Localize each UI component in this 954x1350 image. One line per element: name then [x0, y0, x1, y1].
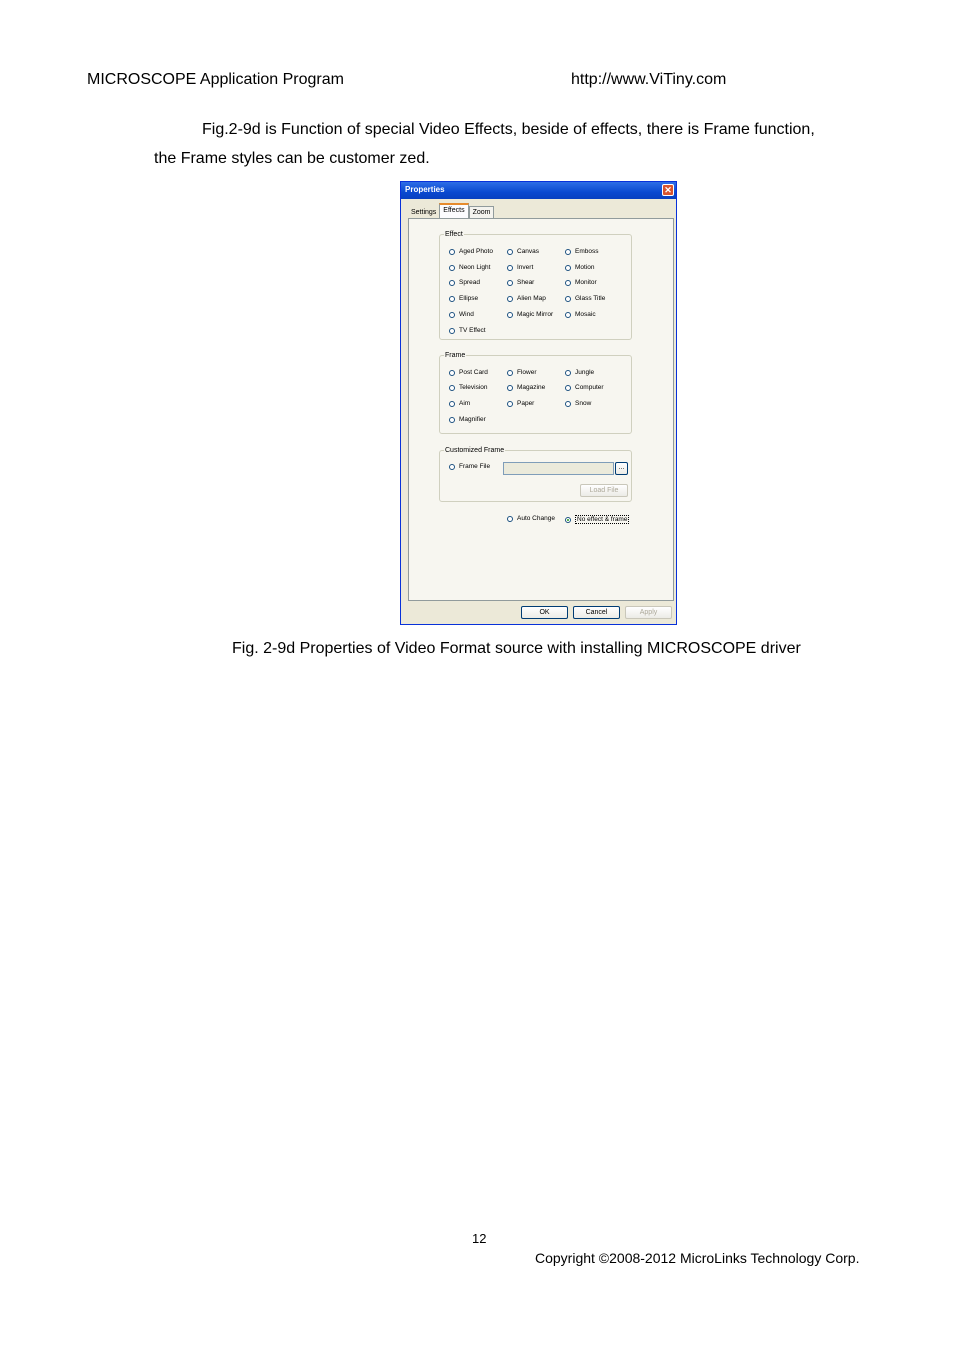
dialog-title: Properties: [405, 185, 445, 194]
paragraph-line-1: Fig.2-9d is Function of special Video Ef…: [202, 121, 815, 138]
radio-ellipse[interactable]: Ellipse: [449, 295, 478, 302]
page-number: 12: [472, 1231, 487, 1246]
radio-dot-selected: [565, 516, 571, 523]
radio-dot: [449, 384, 455, 391]
radio-dot: [449, 400, 455, 407]
effect-group-label: Effect: [444, 230, 464, 239]
browse-button[interactable]: ...: [615, 462, 628, 475]
radio-snow[interactable]: Snow: [565, 400, 591, 407]
radio-emboss[interactable]: Emboss: [565, 248, 598, 255]
radio-dot: [507, 279, 513, 286]
radio-frame-file[interactable]: Frame File: [449, 463, 490, 470]
tab-strip: Settings Effects Zoom: [408, 203, 495, 218]
radio-dot: [507, 248, 513, 255]
radio-glass-title[interactable]: Glass Title: [565, 295, 605, 302]
radio-dot: [565, 384, 571, 391]
radio-dot: [565, 295, 571, 302]
radio-computer[interactable]: Computer: [565, 384, 604, 391]
close-icon[interactable]: ✕: [662, 184, 674, 196]
radio-canvas[interactable]: Canvas: [507, 248, 539, 255]
radio-tv-effect[interactable]: TV Effect: [449, 327, 486, 334]
effect-group: Effect Aged Photo Canvas Emboss Neon Lig…: [439, 230, 632, 340]
load-file-button[interactable]: Load File: [580, 484, 628, 497]
radio-dot: [507, 515, 513, 522]
header-url: http://www.ViTiny.com: [571, 71, 727, 88]
radio-invert[interactable]: Invert: [507, 264, 533, 271]
radio-wind[interactable]: Wind: [449, 311, 474, 318]
radio-motion[interactable]: Motion: [565, 264, 595, 271]
radio-aged-photo[interactable]: Aged Photo: [449, 248, 493, 255]
dialog-titlebar: Properties ✕: [401, 182, 676, 199]
radio-television[interactable]: Television: [449, 384, 488, 391]
frame-group: Frame Post Card Flower Jungle Television…: [439, 351, 632, 434]
frame-group-label: Frame: [444, 351, 467, 360]
properties-dialog: Properties ✕ Settings Effects Zoom Effec…: [400, 181, 677, 625]
radio-dot: [449, 295, 455, 302]
radio-monitor[interactable]: Monitor: [565, 279, 597, 286]
radio-magazine[interactable]: Magazine: [507, 384, 545, 391]
radio-dot: [565, 279, 571, 286]
radio-aim[interactable]: Aim: [449, 400, 470, 407]
tab-effects[interactable]: Effects: [439, 203, 469, 218]
radio-mosaic[interactable]: Mosaic: [565, 311, 596, 318]
radio-magnifier[interactable]: Magnifier: [449, 416, 486, 423]
radio-dot: [507, 264, 513, 271]
apply-button[interactable]: Apply: [625, 606, 672, 619]
figure-caption: Fig. 2-9d Properties of Video Format sou…: [232, 640, 801, 657]
radio-paper[interactable]: Paper: [507, 400, 534, 407]
radio-magic-mirror[interactable]: Magic Mirror: [507, 311, 553, 318]
customized-frame-label: Customized Frame: [444, 446, 506, 455]
radio-post-card[interactable]: Post Card: [449, 369, 488, 376]
radio-dot: [507, 311, 513, 318]
radio-dot: [565, 369, 571, 376]
tab-zoom[interactable]: Zoom: [468, 206, 495, 218]
radio-spread[interactable]: Spread: [449, 279, 480, 286]
radio-dot: [565, 311, 571, 318]
paragraph-line-2: the Frame styles can be customer zed.: [154, 150, 430, 167]
radio-alien-map[interactable]: Alien Map: [507, 295, 546, 302]
radio-auto-change[interactable]: Auto Change: [507, 515, 555, 522]
radio-dot: [449, 463, 455, 470]
frame-file-input[interactable]: [503, 462, 614, 475]
ok-button[interactable]: OK: [521, 606, 568, 619]
radio-dot: [565, 248, 571, 255]
radio-dot: [565, 264, 571, 271]
radio-dot: [449, 311, 455, 318]
radio-dot: [449, 264, 455, 271]
radio-dot: [449, 416, 455, 423]
radio-neon-light[interactable]: Neon Light: [449, 264, 490, 271]
radio-no-effect[interactable]: No effect & frame: [565, 515, 630, 524]
tab-settings[interactable]: Settings: [408, 207, 439, 218]
effects-panel: Effect Aged Photo Canvas Emboss Neon Lig…: [408, 218, 674, 601]
radio-jungle[interactable]: Jungle: [565, 369, 594, 376]
radio-dot: [449, 248, 455, 255]
radio-dot: [507, 369, 513, 376]
copyright-notice: Copyright ©2008-2012 MicroLinks Technolo…: [535, 1250, 860, 1266]
radio-dot: [449, 279, 455, 286]
customized-frame-group: Customized Frame Frame File ... Load Fil…: [439, 446, 632, 502]
cancel-button[interactable]: Cancel: [573, 606, 620, 619]
radio-shear[interactable]: Shear: [507, 279, 534, 286]
radio-dot: [449, 369, 455, 376]
radio-dot: [565, 400, 571, 407]
radio-dot: [449, 327, 455, 334]
radio-flower[interactable]: Flower: [507, 369, 537, 376]
radio-dot: [507, 384, 513, 391]
radio-dot: [507, 295, 513, 302]
header-title: MICROSCOPE Application Program: [87, 71, 344, 88]
radio-dot: [507, 400, 513, 407]
